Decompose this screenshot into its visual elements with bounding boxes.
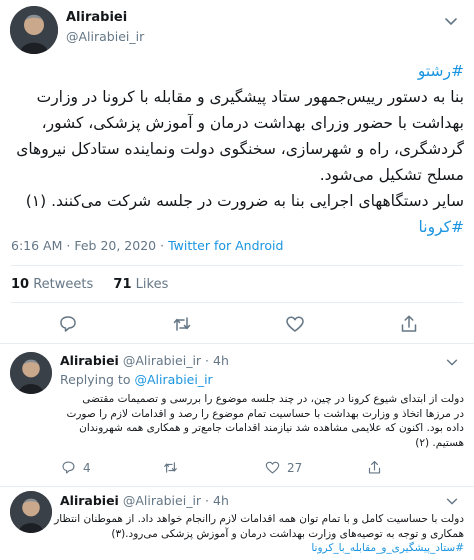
chevron-down-icon[interactable] bbox=[444, 493, 460, 509]
retweets-stat[interactable]: 10 Retweets bbox=[11, 277, 93, 292]
tweet-age[interactable]: · 4h bbox=[205, 353, 229, 368]
tweet-time[interactable]: 6:16 AM bbox=[11, 238, 62, 253]
tweet-line: بنا به دستور رییس‌جمهور ستاد پیشگیری و م… bbox=[36, 88, 464, 106]
share-icon[interactable] bbox=[398, 313, 420, 335]
hashtag-link[interactable]: #رشتو bbox=[12, 58, 464, 84]
reply-icon bbox=[62, 461, 75, 474]
avatar[interactable] bbox=[10, 352, 52, 394]
tweet-text: #رشتو بنا به دستور رییس‌جمهور ستاد پیشگی… bbox=[12, 58, 464, 240]
chevron-down-icon[interactable] bbox=[442, 12, 460, 30]
share-icon bbox=[368, 460, 381, 474]
tweet-line: هستیم. (۲) bbox=[415, 436, 464, 449]
tweet-line: گردشگری، راه و شهرسازی، سخنگوی دولت ونما… bbox=[16, 140, 464, 158]
hashtag-link[interactable]: #ستاد_پیشگیری_و_مقابله_با_کرونا bbox=[60, 541, 464, 556]
replying-to-handle[interactable]: @Alirabiei_ir bbox=[134, 372, 212, 387]
heart-icon bbox=[265, 461, 280, 474]
tweet-line: مسلح تشکیل می‌شود. bbox=[319, 166, 464, 184]
retweets-count: 10 bbox=[11, 277, 30, 292]
reply-text: دولت از ابتدای شیوع کرونا در چین، در چند… bbox=[60, 392, 464, 450]
tweet-age[interactable]: · 4h bbox=[205, 493, 229, 508]
tweet-line: داده بود. اکنون که علایمی مشاهده شد نیاز… bbox=[79, 422, 464, 434]
client-link[interactable]: Twitter for Android bbox=[168, 238, 283, 253]
likes-count: 71 bbox=[113, 277, 132, 292]
retweet-icon bbox=[164, 462, 177, 473]
engagement-stats: 10 Retweets 71 Likes bbox=[11, 277, 168, 292]
reply-text: دولت با حساسیت کامل و با تمام توان همه ا… bbox=[54, 512, 464, 556]
reply-action[interactable]: 4 bbox=[60, 459, 91, 477]
reply-icon[interactable] bbox=[57, 313, 79, 335]
replying-to: Replying to @Alirabiei_ir bbox=[60, 372, 213, 387]
avatar[interactable] bbox=[10, 491, 52, 533]
user-handle[interactable]: @Alirabiei_ir bbox=[123, 493, 201, 508]
avatar[interactable] bbox=[10, 6, 58, 54]
divider bbox=[11, 265, 463, 266]
likes-stat[interactable]: 71 Likes bbox=[113, 277, 168, 292]
meta-dot: · bbox=[160, 238, 165, 253]
display-name[interactable]: Alirabiei bbox=[60, 493, 119, 508]
display-name[interactable]: Alirabiei bbox=[66, 10, 127, 25]
chevron-down-icon[interactable] bbox=[444, 354, 460, 370]
user-handle[interactable]: @Alirabiei_ir bbox=[123, 353, 201, 368]
tweet-meta: 6:16 AM · Feb 20, 2020 · Twitter for And… bbox=[11, 238, 283, 253]
tweet-line: در مرزها اتخاذ و وزارت بهداشت با حساسیت … bbox=[66, 407, 464, 420]
reply-tweet[interactable]: Alirabiei @Alirabiei_ir · 4h دولت با حسا… bbox=[0, 487, 474, 560]
retweets-label: Retweets bbox=[33, 277, 94, 292]
user-handle[interactable]: @Alirabiei_ir bbox=[66, 29, 144, 44]
display-name[interactable]: Alirabiei bbox=[60, 353, 119, 368]
tweet-date[interactable]: Feb 20, 2020 bbox=[74, 238, 156, 253]
meta-dot: · bbox=[66, 238, 71, 253]
tweet-line: دولت با حساسیت کامل و با تمام توان همه ا… bbox=[54, 513, 464, 525]
tweet-actions bbox=[0, 313, 474, 337]
retweet-action[interactable] bbox=[162, 459, 185, 477]
main-tweet: Alirabiei @Alirabiei_ir #رشتو بنا به دست… bbox=[0, 0, 474, 344]
tweet-line: همکاری و توجه به توصیه‌های وزارت بهداشت … bbox=[111, 527, 464, 540]
likes-label: Likes bbox=[135, 277, 169, 292]
tweet-line: بهداشت با حضور وزرای بهداشت درمان و آموز… bbox=[41, 114, 464, 132]
like-action[interactable]: 27 bbox=[264, 459, 302, 477]
reply-count: 4 bbox=[83, 460, 91, 475]
like-count: 27 bbox=[287, 460, 303, 475]
reply-header: Alirabiei @Alirabiei_ir · 4h bbox=[60, 493, 229, 508]
heart-icon[interactable] bbox=[284, 313, 306, 335]
retweet-icon[interactable] bbox=[171, 313, 193, 335]
share-action[interactable] bbox=[366, 459, 383, 477]
reply-header: Alirabiei @Alirabiei_ir · 4h bbox=[60, 353, 229, 368]
hashtag-link[interactable]: #کرونا bbox=[12, 214, 464, 240]
replying-prefix: Replying to bbox=[60, 372, 131, 387]
tweet-line: سایر دستگاههای اجرایی بنا به ضرورت در جل… bbox=[25, 192, 464, 210]
divider bbox=[11, 302, 463, 303]
tweet-line: دولت از ابتدای شیوع کرونا در چین، در چند… bbox=[82, 393, 464, 405]
reply-tweet[interactable]: Alirabiei @Alirabiei_ir · 4h Replying to… bbox=[0, 344, 474, 486]
